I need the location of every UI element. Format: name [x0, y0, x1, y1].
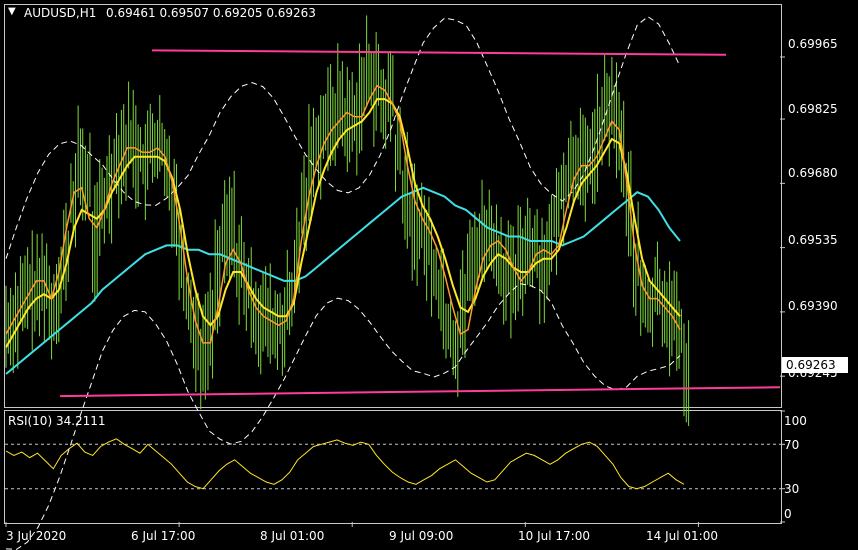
triangle-down-icon[interactable]: ▼ — [8, 6, 16, 17]
price-axis-label: 0.69680 — [788, 166, 838, 180]
upper-trendline — [151, 49, 727, 56]
rsi-axis-label: 70 — [784, 438, 800, 452]
symbol-label: AUDUSD,H1 — [24, 6, 97, 20]
ohlc-readout: 0.69461 0.69507 0.69205 0.69263 — [106, 6, 316, 20]
time-axis-label: 3 Jul 2020 — [6, 529, 67, 543]
price-axis-label: 0.69965 — [788, 37, 838, 51]
rsi-axis-label: 30 — [784, 482, 800, 496]
chart-canvas — [5, 15, 785, 550]
price-axis-label: 0.69390 — [788, 299, 838, 313]
time-axis-label: 9 Jul 09:00 — [389, 529, 454, 543]
rsi-line — [5, 438, 685, 490]
time-axis-label: 8 Jul 01:00 — [260, 529, 325, 543]
price-axis-label: 0.69825 — [788, 102, 838, 116]
rsi-readout: RSI(10) 34.2111 — [8, 414, 106, 428]
lower-trendline — [59, 386, 781, 398]
ma-mid-line — [5, 98, 681, 348]
time-axis-label: 14 Jul 01:00 — [646, 529, 718, 543]
rsi-axis-label: 100 — [784, 414, 807, 428]
lower-band-line — [5, 283, 681, 550]
current-price-tag: 0.69263 — [782, 357, 848, 373]
time-axis-label: 10 Jul 17:00 — [518, 529, 590, 543]
time-axis-label: 6 Jul 17:00 — [131, 529, 196, 543]
price-axis-label: 0.69535 — [788, 233, 838, 247]
rsi-axis-label: 0 — [784, 507, 792, 521]
